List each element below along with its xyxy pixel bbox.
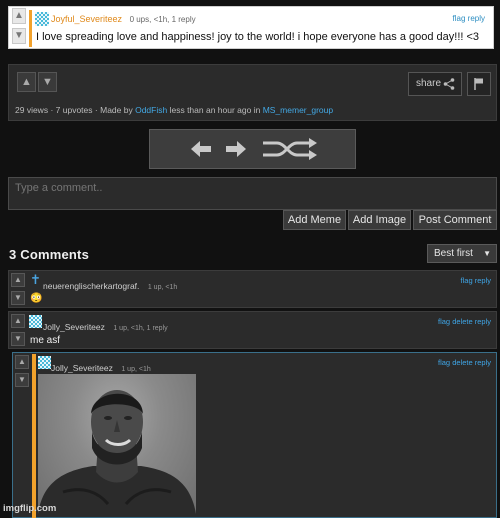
comment-username[interactable]: neuerenglischerkartograf. xyxy=(43,281,139,291)
made-by-label: Made by xyxy=(100,105,133,115)
post-stats: 29 views · 7 upvotes · Made by OddFish l… xyxy=(15,105,334,115)
reply-link[interactable]: reply xyxy=(475,317,491,326)
comment-item: ▲ ▼ ✝ neuerenglischerkartograf. 1 up, <1… xyxy=(8,270,497,308)
cross-avatar-icon[interactable]: ✝ xyxy=(30,272,41,288)
comment-text: me asf xyxy=(30,335,61,346)
delete-link[interactable]: delete xyxy=(452,317,472,326)
imgflip-watermark: imgflip.com xyxy=(3,503,57,514)
comments-count-heading: 3 Comments xyxy=(9,247,90,262)
downvote-arrow-icon[interactable]: ▼ xyxy=(12,28,26,44)
avatar[interactable] xyxy=(35,12,49,26)
comment-text: 😳 xyxy=(30,293,43,304)
parent-vote-column: ▲ ▼ xyxy=(10,8,27,47)
post-time: less than an hour ago in xyxy=(169,105,261,115)
flag-link[interactable]: flag xyxy=(438,317,450,326)
meme-face-illustration xyxy=(38,390,196,514)
previous-arrow-icon[interactable] xyxy=(190,138,212,160)
parent-actions: flag reply xyxy=(453,14,485,23)
flag-icon[interactable] xyxy=(467,72,491,96)
flag-link[interactable]: flag xyxy=(438,358,450,367)
upvotes-count: 7 upvotes xyxy=(55,105,93,115)
upvote-arrow-icon[interactable]: ▲ xyxy=(11,314,25,328)
delete-link[interactable]: delete xyxy=(452,358,472,367)
add-meme-button[interactable]: Add Meme xyxy=(283,210,346,230)
avatar[interactable] xyxy=(38,356,51,369)
giga-chad-meme-image[interactable] xyxy=(38,374,196,514)
upvote-arrow-icon[interactable]: ▲ xyxy=(11,273,25,287)
nested-accent-bar xyxy=(32,354,36,518)
parent-comment: ▲ ▼ Joyful_Severiteez 0 ups, <1h, 1 repl… xyxy=(8,6,494,49)
comment-input[interactable] xyxy=(8,177,497,210)
sort-label: Best first xyxy=(434,248,473,259)
comment-actions: flag reply xyxy=(461,276,491,285)
next-arrow-icon[interactable] xyxy=(225,138,247,160)
share-label: share xyxy=(416,78,442,89)
upvote-arrow-icon[interactable]: ▲ xyxy=(15,355,29,369)
comment-username[interactable]: Jolly_Severiteez xyxy=(51,363,113,373)
flag-link[interactable]: flag xyxy=(461,276,473,285)
parent-accent-bar xyxy=(29,10,32,47)
reply-link[interactable]: reply xyxy=(475,358,491,367)
parent-comment-text: I love spreading love and happiness! joy… xyxy=(36,31,480,43)
downvote-arrow-icon[interactable]: ▼ xyxy=(38,72,57,92)
stream-link[interactable]: MS_memer_group xyxy=(263,105,333,115)
comment-meta: 1 up, <1h, 1 reply xyxy=(113,325,168,332)
comment-item-nested: ▲ ▼ Jolly_Severiteez 1 up, <1h flag dele… xyxy=(12,352,497,518)
shuffle-icon[interactable] xyxy=(261,138,319,160)
views-count: 29 views xyxy=(15,105,49,115)
comment-item: ▲ ▼ Jolly_Severiteez 1 up, <1h, 1 reply … xyxy=(8,311,497,349)
downvote-arrow-icon[interactable]: ▼ xyxy=(11,291,25,305)
chevron-down-icon: ▼ xyxy=(483,249,491,258)
reply-link[interactable]: reply xyxy=(475,276,491,285)
author-link[interactable]: OddFish xyxy=(135,105,167,115)
comment-actions: flag delete reply xyxy=(438,317,491,326)
sort-dropdown[interactable]: Best first ▼ xyxy=(427,244,497,263)
upvote-arrow-icon[interactable]: ▲ xyxy=(12,8,26,24)
comment-meta: 1 up, <1h xyxy=(147,284,178,291)
comment-meta: 1 up, <1h xyxy=(121,366,151,373)
share-icon xyxy=(443,78,455,90)
image-navigation xyxy=(149,129,356,169)
comment-username[interactable]: Jolly_Severiteez xyxy=(43,322,105,332)
share-button[interactable]: share xyxy=(408,72,462,96)
parent-meta: 0 ups, <1h, 1 reply xyxy=(129,15,196,24)
reply-link[interactable]: reply xyxy=(468,14,485,23)
post-comment-button[interactable]: Post Comment xyxy=(413,210,497,230)
avatar[interactable] xyxy=(29,315,42,328)
upvote-arrow-icon[interactable]: ▲ xyxy=(17,72,36,92)
downvote-arrow-icon[interactable]: ▼ xyxy=(11,332,25,346)
add-image-button[interactable]: Add Image xyxy=(348,210,411,230)
downvote-arrow-icon[interactable]: ▼ xyxy=(15,373,29,387)
flag-link[interactable]: flag xyxy=(453,14,466,23)
parent-username[interactable]: Joyful_Severiteez xyxy=(51,14,122,24)
post-info-panel: ▲ ▼ share 29 views · 7 upvotes · Made by… xyxy=(8,64,497,121)
comment-actions: flag delete reply xyxy=(438,358,491,367)
